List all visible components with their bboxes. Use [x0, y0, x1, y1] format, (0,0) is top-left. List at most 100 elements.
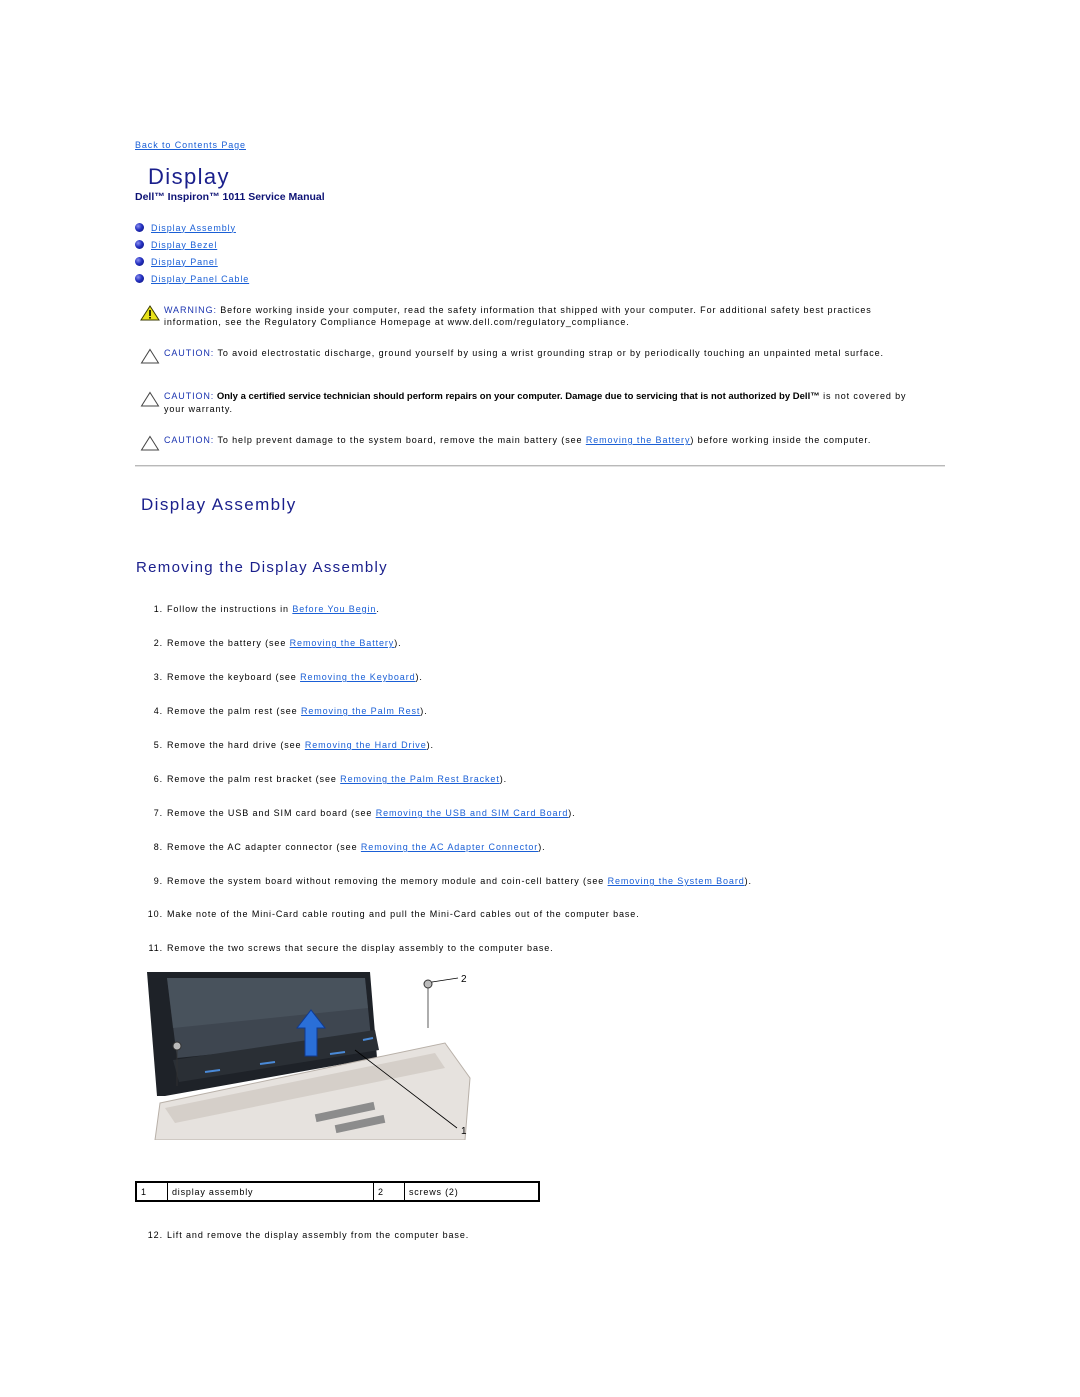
- step-text: Make note of the Mini-Card cable routing…: [167, 909, 640, 919]
- step-text-before: Remove the palm rest (see: [167, 706, 301, 716]
- step-text: Remove the palm rest bracket (see Removi…: [167, 774, 507, 784]
- step-text-after: .: [376, 604, 380, 614]
- step-text: Remove the palm rest (see Removing the P…: [167, 706, 428, 716]
- caution-triangle-icon: [140, 435, 160, 451]
- step-number: 4.: [153, 706, 163, 716]
- step-number: 8.: [153, 842, 163, 852]
- step-number: 9.: [153, 876, 163, 886]
- step-text-after: ).: [568, 808, 576, 818]
- step-link[interactable]: Removing the Palm Rest Bracket: [340, 774, 500, 784]
- blue-bullet-icon: [135, 257, 144, 266]
- table-row: 1 display assembly 2 screws (2): [135, 1181, 540, 1202]
- step-link[interactable]: Removing the AC Adapter Connector: [361, 842, 538, 852]
- step-link[interactable]: Removing the Keyboard: [300, 672, 415, 682]
- callout-number: 2: [373, 1181, 405, 1202]
- caution-bold-text: Only a certified service technician shou…: [214, 391, 820, 402]
- step-text: Remove the USB and SIM card board (see R…: [167, 808, 576, 818]
- section-title: Display Assembly: [141, 495, 297, 514]
- step-number: 7.: [153, 808, 163, 818]
- step-text-after: ).: [394, 638, 402, 648]
- step-text-before: Remove the keyboard (see: [167, 672, 301, 682]
- caution-triangle-icon: [140, 348, 160, 364]
- caution-notice: CAUTION: Only a certified service techni…: [140, 390, 930, 415]
- callout-table: 1 display assembly 2 screws (2): [135, 1181, 540, 1202]
- step-text-after: ).: [499, 774, 508, 784]
- step-link[interactable]: Removing the USB and SIM Card Board: [376, 808, 569, 818]
- caution-notice: CAUTION: To avoid electrostatic discharg…: [140, 347, 930, 364]
- step-text-before: Make note of the Mini-Card cable routing…: [167, 909, 640, 919]
- step-text-after: ).: [415, 672, 423, 682]
- step-7: 7. Remove the USB and SIM card board (see…: [135, 808, 935, 818]
- step-link[interactable]: Removing the System Board: [608, 876, 745, 886]
- step-5: 5. Remove the hard drive (see Removing th…: [135, 740, 935, 750]
- step-text-after: ).: [538, 842, 546, 852]
- toc-item-display-panel-cable: Display Panel Cable: [135, 270, 249, 287]
- step-text-after: ).: [420, 706, 428, 716]
- step-number: 5.: [153, 740, 163, 750]
- caution-notice: CAUTION: To help prevent damage to the s…: [140, 434, 930, 451]
- step-text: Remove the hard drive (see Removing the …: [167, 740, 434, 750]
- step-text-before: Remove the system board without removing…: [167, 876, 608, 886]
- manual-title: Dell™ Inspiron™ 1011 Service Manual: [135, 191, 325, 203]
- step-text: Remove the keyboard (see Removing the Ke…: [167, 672, 423, 682]
- warning-label: WARNING:: [164, 305, 217, 315]
- blue-bullet-icon: [135, 223, 144, 232]
- callout-label-1: 1: [461, 1126, 467, 1137]
- caution-label: CAUTION:: [164, 435, 215, 445]
- removing-battery-link[interactable]: Removing the Battery: [586, 435, 691, 445]
- step-text-before: Follow the instructions in: [167, 604, 293, 614]
- step-1: 1. Follow the instructions in Before You …: [135, 604, 935, 614]
- step-text: Remove the two screws that secure the di…: [167, 943, 554, 953]
- screw-right: [423, 979, 433, 989]
- step-link[interactable]: Removing the Battery: [290, 638, 395, 648]
- blue-bullet-icon: [135, 274, 144, 283]
- caution-text: To help prevent damage to the system boa…: [214, 435, 586, 445]
- warning-text: Before working inside your computer, rea…: [164, 305, 872, 327]
- toc-link-display-panel-cable[interactable]: Display Panel Cable: [151, 274, 249, 284]
- step-3: 3. Remove the keyboard (see Removing the …: [135, 672, 935, 682]
- step-link[interactable]: Before You Begin: [292, 604, 376, 614]
- caution-text: ) before working inside the computer.: [690, 435, 872, 445]
- step-number: 11.: [148, 943, 163, 953]
- caution-label: CAUTION:: [164, 348, 215, 358]
- step-text-before: Remove the battery (see: [167, 638, 290, 648]
- step-text-after: ).: [744, 876, 752, 886]
- toc-link-display-panel[interactable]: Display Panel: [151, 257, 218, 267]
- horizontal-divider: [135, 465, 945, 467]
- toc-link-display-assembly[interactable]: Display Assembly: [151, 223, 236, 233]
- toc-item-display-bezel: Display Bezel: [135, 236, 249, 253]
- callout-label: display assembly: [167, 1181, 374, 1202]
- step-link[interactable]: Removing the Hard Drive: [305, 740, 427, 750]
- subsection-title: Removing the Display Assembly: [136, 559, 388, 576]
- step-text-before: Remove the AC adapter connector (see: [167, 842, 361, 852]
- page-title: Display: [148, 164, 230, 189]
- step-text-before: Remove the USB and SIM card board (see: [167, 808, 376, 818]
- warning-triangle-icon: [140, 305, 160, 321]
- back-to-contents-link[interactable]: Back to Contents Page: [135, 140, 246, 150]
- step-11: 11. Remove the two screws that secure the…: [135, 943, 935, 953]
- step-number: 10.: [147, 909, 163, 919]
- step-text: Remove the battery (see Removing the Bat…: [167, 638, 402, 648]
- warning-notice: WARNING: Before working inside your comp…: [140, 304, 930, 328]
- toc-item-display-panel: Display Panel: [135, 253, 249, 270]
- step-text: Follow the instructions in Before You Be…: [167, 604, 380, 614]
- step-number: 1.: [153, 604, 163, 614]
- step-8: 8. Remove the AC adapter connector (see R…: [135, 842, 935, 852]
- step-text-before: Remove the hard drive (see: [167, 740, 305, 750]
- step-6: 6. Remove the palm rest bracket (see Remo…: [135, 774, 935, 784]
- callout-label: screws (2): [404, 1181, 540, 1202]
- step-4: 4. Remove the palm rest (see Removing the…: [135, 706, 935, 716]
- display-assembly-figure: 2 1: [147, 972, 471, 1140]
- step-text-before: Remove the two screws that secure the di…: [167, 943, 554, 953]
- step-number: 2.: [153, 638, 163, 648]
- caution-text: To avoid electrostatic discharge, ground…: [214, 348, 884, 358]
- callout-number: 1: [135, 1181, 168, 1202]
- step-text: Lift and remove the display assembly fro…: [167, 1230, 470, 1240]
- step-number: 3.: [153, 672, 163, 682]
- toc-link-display-bezel[interactable]: Display Bezel: [151, 240, 217, 250]
- step-text: Remove the system board without removing…: [167, 876, 752, 886]
- step-12: 12. Lift and remove the display assembly…: [135, 1230, 935, 1240]
- toc-item-display-assembly: Display Assembly: [135, 219, 249, 236]
- step-link[interactable]: Removing the Palm Rest: [301, 706, 420, 716]
- step-text-before: Remove the palm rest bracket (see: [167, 774, 341, 784]
